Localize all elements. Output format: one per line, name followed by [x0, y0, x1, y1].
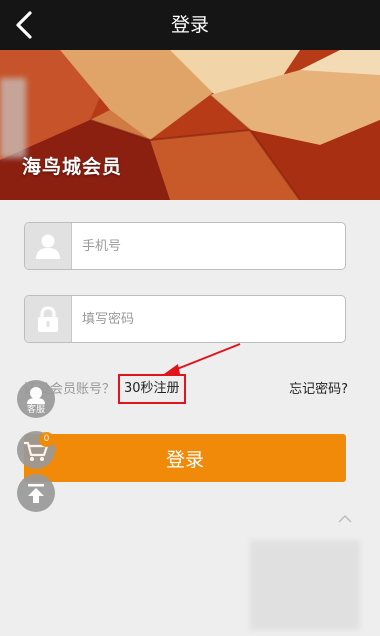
lock-icon: [38, 306, 58, 332]
login-button[interactable]: 登录: [24, 434, 346, 482]
phone-input[interactable]: [72, 223, 337, 269]
page-title: 登录: [170, 14, 209, 36]
phone-field[interactable]: [24, 222, 346, 270]
customer-service-button[interactable]: 客服: [17, 380, 55, 418]
links-row: 还没会员账号？ 30秒注册 忘记密码?: [0, 374, 380, 404]
top-bar: 登录: [0, 0, 380, 50]
faint-chevron-icon: [338, 514, 352, 523]
password-field-icon-box: [25, 296, 72, 342]
blurred-overlay: [0, 78, 26, 158]
register-link[interactable]: 30秒注册: [118, 374, 186, 404]
password-input[interactable]: [72, 296, 337, 342]
user-icon: [36, 234, 60, 259]
password-field[interactable]: [24, 295, 346, 343]
blurred-overlay-bottom: [250, 540, 360, 630]
phone-field-icon-box: [25, 223, 72, 269]
forgot-password-link[interactable]: 忘记密码?: [289, 378, 348, 397]
customer-service-label: 客服: [26, 405, 45, 415]
cart-button[interactable]: 0: [17, 431, 55, 469]
cart-count-badge: 0: [39, 432, 54, 447]
back-to-top-button[interactable]: [17, 474, 55, 512]
banner-title: 海鸟城会员: [22, 156, 123, 178]
back-to-top-icon: [28, 484, 44, 503]
